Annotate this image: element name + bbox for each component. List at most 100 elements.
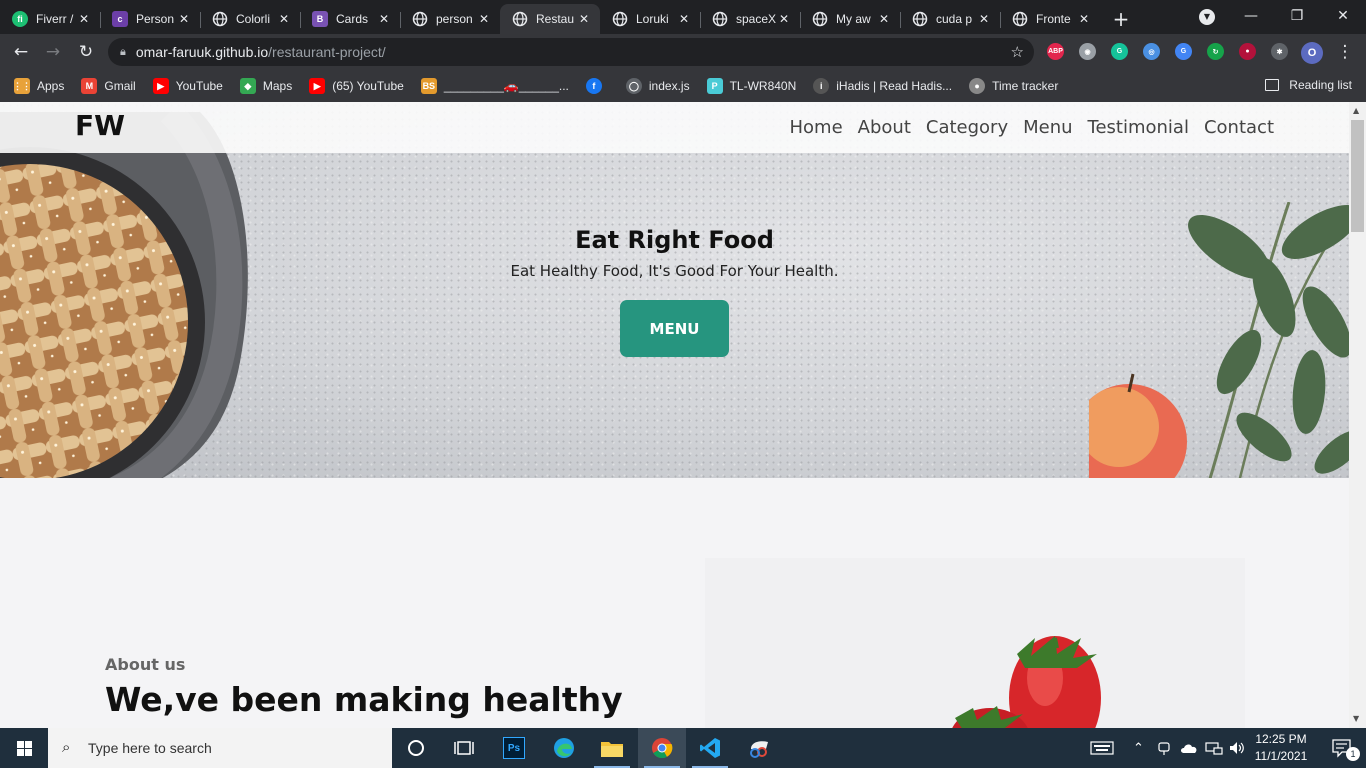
browser-tab[interactable]: Restau ✕ [500, 4, 600, 34]
google-translate-icon[interactable]: G [1175, 43, 1192, 60]
address-bar[interactable]: 🔒︎ omar-faruuk.github.io/restaurant-proj… [108, 38, 1034, 66]
browser-tab[interactable]: My aw ✕ [800, 4, 900, 34]
browser-tab[interactable]: Loruki ✕ [600, 4, 700, 34]
about-heading: We,ve been making healthy [105, 680, 623, 719]
browser-tab[interactable]: B Cards ✕ [300, 4, 400, 34]
bookmark-item[interactable]: ▶ (65) YouTube [309, 78, 404, 94]
onedrive-icon[interactable] [1180, 728, 1198, 768]
back-icon[interactable]: ← [10, 41, 32, 63]
new-tab-icon[interactable]: + [1106, 4, 1136, 34]
browser-tab[interactable]: spaceX ✕ [700, 4, 800, 34]
file-explorer-icon[interactable] [588, 728, 636, 768]
bookmark-item[interactable]: BS _________🚗______... [420, 78, 569, 94]
minimize-icon[interactable]: — [1228, 0, 1274, 32]
tab-close-icon[interactable]: ✕ [976, 11, 992, 27]
bookmark-item[interactable]: i iHadis | Read Hadis... [813, 78, 952, 94]
sync-icon[interactable]: ↻ [1207, 43, 1224, 60]
globe-icon [512, 11, 528, 27]
browser-tab[interactable]: cuda p ✕ [900, 4, 1000, 34]
site-logo[interactable]: FW [75, 109, 125, 142]
windows-taskbar: ⌕ Type here to search Ps ⌃ 12:25 PM 11/1… [0, 728, 1366, 768]
nav-link-home[interactable]: Home [790, 117, 843, 138]
bookmark-star-icon[interactable]: ☆ [1011, 43, 1024, 61]
tplink-icon: P [706, 78, 723, 94]
scroll-up-icon[interactable]: ▲ [1353, 106, 1359, 115]
tab-close-icon[interactable]: ✕ [376, 11, 392, 27]
url-path: /restaurant-project/ [268, 44, 386, 60]
chrome-icon[interactable] [638, 728, 686, 768]
bookmark-item[interactable]: ▶ YouTube [152, 78, 223, 94]
profile-avatar[interactable]: O [1301, 42, 1323, 64]
tab-close-icon[interactable]: ✕ [676, 11, 692, 27]
show-hidden-icons[interactable]: ⌃ [1133, 728, 1144, 768]
browser-tab[interactable]: Colorli ✕ [200, 4, 300, 34]
tab-search-icon[interactable]: ▼ [1199, 9, 1215, 25]
bs-icon: BS [420, 78, 437, 94]
nav-link-menu[interactable]: Menu [1023, 117, 1072, 138]
recorder-icon[interactable]: ● [1239, 43, 1256, 60]
keyboard-tray-icon[interactable] [1090, 728, 1114, 768]
browser-tab[interactable]: c Person ✕ [100, 4, 200, 34]
tab-close-icon[interactable]: ✕ [576, 11, 592, 27]
tab-close-icon[interactable]: ✕ [176, 11, 192, 27]
page-scrollbar[interactable]: ▲ ▼ [1349, 102, 1366, 728]
bookmark-item[interactable]: P TL-WR840N [706, 78, 796, 94]
reading-list-button[interactable]: Reading list [1265, 78, 1352, 92]
youtube-icon: ▶ [152, 78, 169, 94]
extensions-puzzle-icon[interactable]: ✱ [1271, 43, 1288, 60]
grammarly-icon[interactable]: G [1111, 43, 1128, 60]
bookmark-item[interactable]: ◯ index.js [625, 78, 690, 94]
adblock-plus-icon[interactable]: ABP [1047, 43, 1064, 60]
edge-icon[interactable] [540, 728, 588, 768]
nav-link-about[interactable]: About [858, 117, 911, 138]
bookmark-item[interactable]: ⋮⋮ Apps [13, 78, 65, 94]
tab-close-icon[interactable]: ✕ [1076, 11, 1092, 27]
photoshop-icon[interactable]: Ps [490, 728, 538, 768]
volume-icon[interactable] [1228, 728, 1246, 768]
tab-close-icon[interactable]: ✕ [876, 11, 892, 27]
cortana-icon[interactable] [392, 728, 440, 768]
scroll-down-icon[interactable]: ▼ [1353, 714, 1359, 723]
browser-tab[interactable]: person ✕ [400, 4, 500, 34]
taskbar-search[interactable]: ⌕ Type here to search [48, 728, 392, 768]
scrollbar-thumb[interactable] [1351, 120, 1364, 232]
meet-now-icon[interactable] [1157, 728, 1171, 768]
browser-toolbar: ← → ↻ 🔒︎ omar-faruuk.github.io/restauran… [0, 34, 1366, 70]
bookmark-item[interactable]: ● Time tracker [969, 78, 1058, 94]
forward-icon[interactable]: → [42, 41, 64, 63]
bookmark-item[interactable]: f [585, 78, 609, 94]
menu-button[interactable]: MENU [620, 300, 729, 357]
bookmarks-bar: ⋮⋮ Apps M Gmail ▶ YouTube ◆ Maps ▶ (65) YouTube BS… [0, 70, 1366, 102]
chrome-menu-icon[interactable]: ⋮ [1334, 41, 1356, 63]
bookmark-item[interactable]: M Gmail [81, 78, 136, 94]
color-picker-icon[interactable]: ◎ [1143, 43, 1160, 60]
task-view-icon[interactable] [440, 728, 488, 768]
vscode-icon[interactable] [686, 728, 734, 768]
taskbar-search-placeholder: Type here to search [88, 740, 212, 756]
start-button[interactable] [0, 728, 48, 768]
reload-icon[interactable]: ↻ [75, 41, 97, 63]
restore-icon[interactable]: ❐ [1274, 0, 1320, 32]
colorlib-icon: c [112, 11, 128, 27]
nav-link-contact[interactable]: Contact [1204, 117, 1274, 138]
nav-links: Home About Category Menu Testimonial Contact [790, 117, 1275, 138]
camera-icon[interactable]: ◉ [1079, 43, 1096, 60]
bookmark-item[interactable]: ◆ Maps [239, 78, 292, 94]
nav-link-testimonial[interactable]: Testimonial [1088, 117, 1189, 138]
network-icon[interactable] [1205, 728, 1223, 768]
tab-close-icon[interactable]: ✕ [76, 11, 92, 27]
tab-close-icon[interactable]: ✕ [276, 11, 292, 27]
nav-link-category[interactable]: Category [926, 117, 1008, 138]
globe-icon [912, 11, 928, 27]
browser-tab[interactable]: Fronte ✕ [1000, 4, 1100, 34]
tab-title: My aw [836, 12, 871, 26]
tab-close-icon[interactable]: ✕ [476, 11, 492, 27]
browser-tab[interactable]: fi Fiverr / ✕ [0, 4, 100, 34]
bookmark-label: Apps [37, 79, 65, 93]
taskbar-clock[interactable]: 12:25 PM 11/1/2021 [1248, 731, 1314, 765]
notification-center[interactable]: 1 [1318, 728, 1366, 768]
snipping-tool-icon[interactable] [736, 728, 784, 768]
search-icon: ⌕ [62, 739, 71, 756]
tab-close-icon[interactable]: ✕ [776, 11, 792, 27]
close-window-icon[interactable]: ✕ [1320, 0, 1366, 32]
